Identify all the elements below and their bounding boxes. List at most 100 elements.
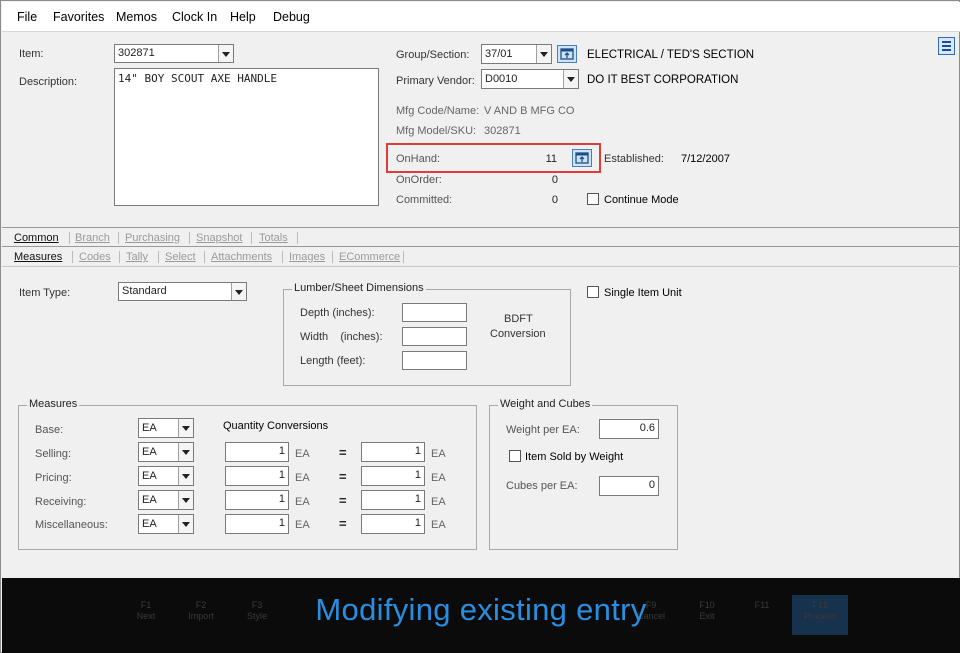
pricing-uom-combo[interactable]: EA: [138, 466, 194, 486]
width-input[interactable]: [402, 327, 467, 346]
miscellaneous-uom-combo[interactable]: EA: [138, 514, 194, 534]
quantity-conversions-label: Quantity Conversions: [223, 420, 329, 432]
committed-label: Committed:: [396, 194, 453, 206]
receiving-unit-right: EA: [431, 496, 446, 508]
mfg-model-value: 302871: [484, 125, 521, 137]
pricing-qty-right-input[interactable]: 1: [361, 466, 425, 486]
item-type-value: Standard: [122, 285, 167, 297]
miscellaneous-uom-value: EA: [142, 518, 157, 530]
receiving-qty-right-input[interactable]: 1: [361, 490, 425, 510]
menu-clock-in[interactable]: Clock In: [172, 10, 217, 24]
base-uom-value: EA: [142, 422, 157, 434]
item-sold-by-weight-label: Item Sold by Weight: [525, 451, 624, 463]
receiving-unit-left: EA: [295, 496, 310, 508]
tab-branch[interactable]: Branch: [75, 232, 110, 244]
miscellaneous-unit-right: EA: [431, 519, 446, 531]
chevron-down-icon[interactable]: [563, 70, 578, 88]
item-label: Item:: [19, 48, 44, 60]
single-item-unit-label: Single Item Unit: [604, 287, 682, 299]
miscellaneous-qty-left-input[interactable]: 1: [225, 514, 289, 534]
mfg-model-label: Mfg Model/SKU:: [396, 125, 477, 137]
tab-totals[interactable]: Totals: [259, 232, 288, 244]
length-label: Length (feet):: [300, 355, 366, 367]
primary-vendor-name: DO IT BEST CORPORATION: [587, 74, 739, 86]
menu-bar: File Favorites Memos Clock In Help Debug: [2, 2, 960, 32]
menu-file[interactable]: File: [17, 10, 37, 24]
pricing-qty-left-input[interactable]: 1: [225, 466, 289, 486]
tab-purchasing[interactable]: Purchasing: [125, 232, 180, 244]
onhand-lookup-button[interactable]: [572, 149, 592, 167]
chevron-down-icon[interactable]: [178, 467, 193, 485]
selling-qty-right-input[interactable]: 1: [361, 442, 425, 462]
description-textarea[interactable]: 14" BOY SCOUT AXE HANDLE: [114, 68, 379, 206]
mfg-code-label: Mfg Code/Name:: [396, 105, 480, 117]
tab-measures[interactable]: Measures: [14, 251, 62, 263]
selling-uom-value: EA: [142, 446, 157, 458]
primary-vendor-combo[interactable]: D0010: [481, 69, 579, 89]
tab-ecommerce[interactable]: ECommerce: [339, 251, 400, 263]
menu-help[interactable]: Help: [230, 10, 256, 24]
equals-sign: =: [339, 516, 347, 531]
single-item-unit-checkbox[interactable]: [587, 286, 599, 298]
tab-codes[interactable]: Codes: [79, 251, 111, 263]
depth-input[interactable]: [402, 303, 467, 322]
selling-uom-combo[interactable]: EA: [138, 442, 194, 462]
subtab-divider: [2, 266, 960, 267]
primary-vendor-label: Primary Vendor:: [396, 75, 475, 87]
group-picker-button[interactable]: [557, 45, 577, 63]
selling-unit-right: EA: [431, 448, 446, 460]
item-type-label: Item Type:: [19, 287, 71, 299]
lookup-icon: [575, 152, 589, 164]
item-value: 302871: [118, 47, 155, 59]
menu-memos[interactable]: Memos: [116, 10, 157, 24]
item-type-combo[interactable]: Standard: [118, 282, 247, 301]
base-uom-combo[interactable]: EA: [138, 418, 194, 438]
group-section-combo[interactable]: 37/01: [481, 44, 552, 64]
chevron-down-icon[interactable]: [231, 283, 246, 300]
miscellaneous-qty-right-input[interactable]: 1: [361, 514, 425, 534]
measure-row-label: Selling:: [35, 448, 72, 460]
equals-sign: =: [339, 445, 347, 460]
continue-mode-checkbox[interactable]: [587, 193, 599, 205]
chevron-down-icon[interactable]: [178, 443, 193, 461]
group-section-name: ELECTRICAL / TED'S SECTION: [587, 49, 755, 61]
cubes-per-ea-input[interactable]: 0: [599, 476, 659, 496]
bdft-label: BDFT: [504, 313, 533, 325]
receiving-uom-combo[interactable]: EA: [138, 490, 194, 510]
lookup-icon: [560, 48, 574, 60]
tab-attachments[interactable]: Attachments: [211, 251, 272, 263]
hamburger-menu-icon[interactable]: [938, 37, 955, 55]
receiving-uom-value: EA: [142, 494, 157, 506]
continue-mode-label: Continue Mode: [604, 194, 679, 206]
selling-qty-left-input[interactable]: 1: [225, 442, 289, 462]
width-label: Width (inches):: [300, 331, 383, 343]
mfg-code-value: V AND B MFG CO: [484, 105, 575, 117]
measure-row-label: Pricing:: [35, 472, 72, 484]
function-key-bar: F1 Next F2 Import F3 Style F9 Cancel F10 Exit…: [2, 578, 960, 653]
tab-common[interactable]: Common: [14, 232, 59, 244]
measures-group-title: Measures: [27, 398, 80, 410]
length-input[interactable]: [402, 351, 467, 370]
menu-favorites[interactable]: Favorites: [53, 10, 104, 24]
tab-select[interactable]: Select: [165, 251, 196, 263]
committed-value: 0: [551, 194, 558, 206]
chevron-down-icon[interactable]: [178, 515, 193, 533]
menu-debug[interactable]: Debug: [273, 10, 310, 24]
tab-tally[interactable]: Tally: [126, 251, 148, 263]
weight-per-ea-input[interactable]: 0.6: [599, 419, 659, 439]
weight-cubes-title: Weight and Cubes: [498, 398, 593, 410]
item-combo[interactable]: 302871: [114, 44, 234, 63]
onhand-label: OnHand:: [396, 153, 441, 165]
tab-snapshot[interactable]: Snapshot: [196, 232, 242, 244]
item-sold-by-weight-checkbox[interactable]: [509, 450, 521, 462]
pricing-unit-right: EA: [431, 472, 446, 484]
measure-row-label: Miscellaneous:: [35, 519, 108, 531]
chevron-down-icon[interactable]: [178, 419, 193, 437]
bdft-conversion-label: Conversion: [490, 328, 546, 340]
chevron-down-icon[interactable]: [218, 45, 233, 62]
primary-tab-row: Common Branch Purchasing Snapshot Totals: [2, 227, 960, 247]
receiving-qty-left-input[interactable]: 1: [225, 490, 289, 510]
chevron-down-icon[interactable]: [178, 491, 193, 509]
chevron-down-icon[interactable]: [536, 45, 551, 63]
tab-images[interactable]: Images: [289, 251, 325, 263]
